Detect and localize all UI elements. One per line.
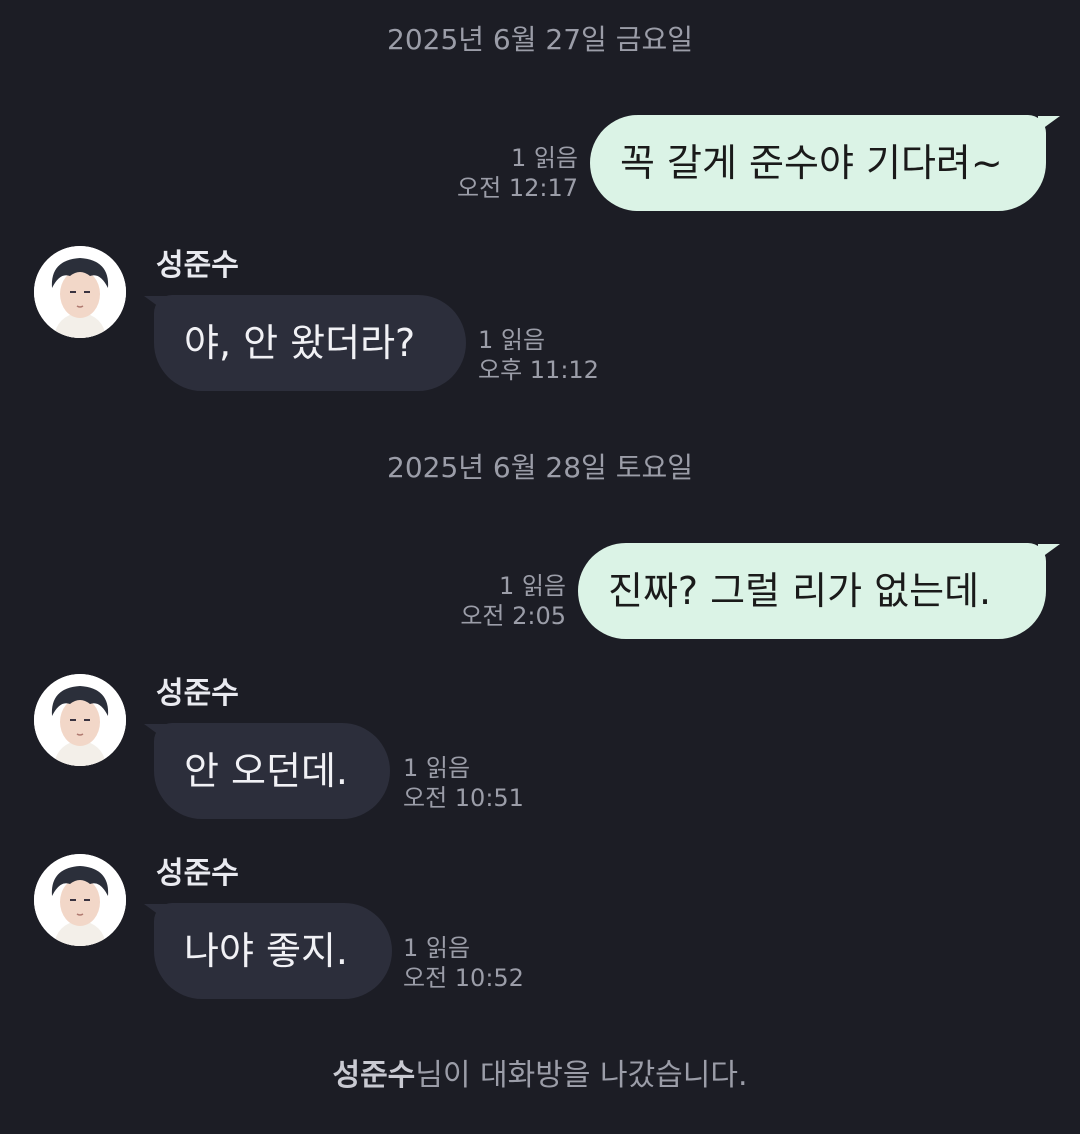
message-row-incoming: 안 오던데. 1 읽음 오전 10:51 [0, 723, 1080, 823]
system-message-text: 님이 대화방을 나갔습니다. [415, 1058, 748, 1093]
message-bubble-incoming[interactable]: 나야 좋지. [154, 903, 392, 999]
bubble-tail [1038, 544, 1060, 560]
message-bubble-incoming[interactable]: 안 오던데. [154, 723, 390, 819]
read-receipt: 1 읽음 [403, 754, 471, 782]
bubble-tail [1038, 116, 1060, 132]
sender-name: 성준수 [156, 676, 239, 711]
message-time: 오전 10:52 [403, 964, 524, 992]
bubble-tail [144, 296, 166, 312]
message-row-incoming: 야, 안 왔더라? 1 읽음 오후 11:12 [0, 295, 1080, 395]
message-time: 오전 2:05 [460, 602, 566, 630]
bubble-tail [144, 904, 166, 920]
read-receipt: 1 읽음 [498, 572, 566, 600]
message-row-outgoing: 1 읽음 오전 12:17 꼭 갈게 준수야 기다려~ [0, 115, 1080, 215]
message-bubble-outgoing[interactable]: 진짜? 그럴 리가 없는데. [578, 543, 1046, 639]
message-meta: 1 읽음 오전 12:17 [398, 143, 578, 203]
read-receipt: 1 읽음 [510, 144, 578, 172]
message-time: 오후 11:12 [478, 356, 599, 384]
read-receipt: 1 읽음 [403, 934, 471, 962]
message-meta: 1 읽음 오전 10:51 [403, 753, 583, 813]
chat-room: 2025년 6월 27일 금요일 1 읽음 오전 12:17 꼭 갈게 준수야 … [0, 0, 1080, 1134]
system-message-name: 성준수 [332, 1058, 416, 1093]
message-time: 오전 10:51 [403, 784, 524, 812]
message-time: 오전 12:17 [457, 174, 578, 202]
message-row-incoming: 나야 좋지. 1 읽음 오전 10:52 [0, 903, 1080, 1003]
sender-name: 성준수 [156, 248, 239, 283]
sender-name: 성준수 [156, 856, 239, 891]
message-row-outgoing: 1 읽음 오전 2:05 진짜? 그럴 리가 없는데. [0, 543, 1080, 643]
system-message: 성준수님이 대화방을 나갔습니다. [0, 1056, 1080, 1096]
message-bubble-outgoing[interactable]: 꼭 갈게 준수야 기다려~ [590, 115, 1046, 211]
date-separator: 2025년 6월 28일 토요일 [387, 451, 693, 484]
read-receipt: 1 읽음 [478, 326, 546, 354]
message-meta: 1 읽음 오후 11:12 [478, 325, 658, 385]
message-meta: 1 읽음 오전 10:52 [403, 933, 583, 993]
bubble-tail [144, 724, 166, 740]
message-meta: 1 읽음 오전 2:05 [386, 571, 566, 631]
message-bubble-incoming[interactable]: 야, 안 왔더라? [154, 295, 466, 391]
date-separator: 2025년 6월 27일 금요일 [387, 23, 693, 56]
